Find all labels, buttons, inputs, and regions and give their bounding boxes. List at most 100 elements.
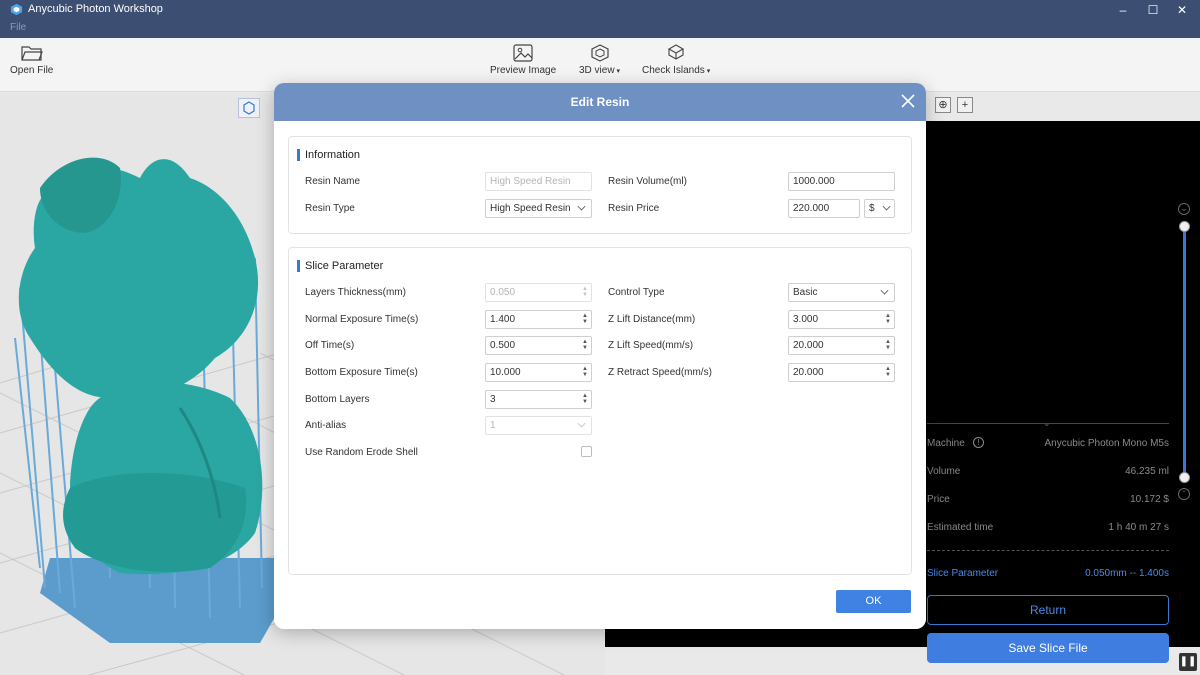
3d-view-label: 3D view bbox=[579, 65, 615, 76]
resin-type-value: High Speed Resin bbox=[490, 203, 571, 214]
control-type-label: Control Type bbox=[608, 287, 665, 298]
layer-thickness-value: 0.050 bbox=[490, 287, 516, 298]
minimize-icon[interactable]: – bbox=[1113, 2, 1133, 18]
chevron-down-icon bbox=[577, 419, 586, 428]
z-lift-distance-input[interactable]: 3.000 ▲ ▼ bbox=[788, 310, 895, 329]
resin-type-select[interactable]: High Speed Resin bbox=[485, 199, 592, 218]
z-lift-speed-label: Z Lift Speed(mm/s) bbox=[608, 340, 694, 351]
title-bar: Anycubic Photon Workshop File – ☐ ✕ bbox=[0, 0, 1200, 38]
off-time-label: Off Time(s) bbox=[305, 340, 355, 351]
bottom-exposure-input[interactable]: 10.000 ▲ ▼ bbox=[485, 363, 592, 382]
chevron-down-icon bbox=[882, 202, 891, 211]
preview-tools: ⊕ + bbox=[935, 97, 979, 113]
resin-name-label: Resin Name bbox=[305, 176, 361, 187]
normal-exposure-label: Normal Exposure Time(s) bbox=[305, 314, 419, 325]
chevron-down-icon bbox=[577, 202, 586, 211]
off-time-input[interactable]: 0.500 ▲ ▼ bbox=[485, 336, 592, 355]
dialog-header: Edit Resin bbox=[274, 83, 926, 121]
information-title: Information bbox=[297, 149, 360, 161]
app-title: Anycubic Photon Workshop bbox=[28, 3, 163, 15]
check-islands-button[interactable]: Check Islands ▾ bbox=[642, 44, 710, 76]
layer-up-icon[interactable]: ⌄ bbox=[1178, 203, 1190, 215]
preview-image-button[interactable]: Preview Image bbox=[490, 44, 556, 76]
stepper-icon[interactable]: ▲ ▼ bbox=[581, 393, 589, 406]
save-slice-file-button[interactable]: Save Slice File bbox=[927, 633, 1169, 663]
collapse-chevron-icon[interactable]: ⌄ bbox=[1043, 418, 1051, 429]
z-retract-speed-value: 20.000 bbox=[793, 367, 824, 378]
layer-slider-top-knob[interactable] bbox=[1179, 221, 1190, 232]
resin-price-label: Resin Price bbox=[608, 203, 660, 214]
anti-alias-value: 1 bbox=[490, 420, 496, 431]
slice-parameter-section: Slice Parameter Layers Thickness(mm) 0.0… bbox=[288, 247, 912, 575]
information-section: Information Resin Name High Speed Resin … bbox=[288, 136, 912, 234]
anti-alias-label: Anti-alias bbox=[305, 420, 347, 431]
dropdown-caret-icon: ▾ bbox=[704, 68, 711, 75]
cube-icon bbox=[243, 101, 255, 115]
dropdown-caret-icon: ▾ bbox=[614, 68, 621, 75]
random-erode-label: Use Random Erode Shell bbox=[305, 447, 418, 458]
ok-button[interactable]: OK bbox=[836, 590, 911, 613]
currency-select[interactable]: $ bbox=[864, 199, 895, 218]
volume-value: 46.235 ml bbox=[1125, 466, 1169, 477]
normal-exposure-value: 1.400 bbox=[490, 314, 516, 325]
anti-alias-select[interactable]: 1 bbox=[485, 416, 592, 435]
fit-view-icon[interactable]: + bbox=[957, 97, 973, 113]
slice-parameter-row[interactable]: Slice Parameter 0.050mm -- 1.400s bbox=[927, 568, 1169, 579]
off-time-value: 0.500 bbox=[490, 340, 516, 351]
info-row-volume: Volume 46.235 ml bbox=[927, 466, 1169, 494]
dialog-title: Edit Resin bbox=[570, 95, 630, 109]
return-button[interactable]: Return bbox=[927, 595, 1169, 625]
layer-down-icon[interactable]: ˆ bbox=[1178, 488, 1190, 500]
slice-parameter-title: Slice Parameter bbox=[297, 260, 383, 272]
control-type-value: Basic bbox=[793, 287, 818, 298]
resin-type-label: Resin Type bbox=[305, 203, 355, 214]
stepper-icon[interactable]: ▲ ▼ bbox=[581, 313, 589, 326]
app-logo-icon bbox=[10, 3, 23, 16]
stepper-icon[interactable]: ▲ ▼ bbox=[581, 366, 589, 379]
info-circle-icon[interactable]: ! bbox=[973, 437, 984, 448]
z-retract-speed-label: Z Retract Speed(mm/s) bbox=[608, 367, 712, 378]
cube-icon bbox=[590, 44, 609, 62]
bottom-layers-input[interactable]: 3 ▲ ▼ bbox=[485, 390, 592, 409]
estimated-time-label: Estimated time bbox=[927, 522, 994, 533]
random-erode-checkbox[interactable] bbox=[581, 446, 592, 457]
stepper-icon[interactable]: ▲ ▼ bbox=[884, 366, 892, 379]
layer-slider-bottom-knob[interactable] bbox=[1179, 472, 1190, 483]
resin-price-input[interactable]: 220.000 bbox=[788, 199, 860, 218]
stepper-icon[interactable]: ▲ ▼ bbox=[884, 313, 892, 326]
volume-label: Volume bbox=[927, 466, 961, 477]
z-retract-speed-input[interactable]: 20.000 ▲ ▼ bbox=[788, 363, 895, 382]
folder-icon bbox=[21, 46, 43, 61]
normal-exposure-input[interactable]: 1.400 ▲ ▼ bbox=[485, 310, 592, 329]
view-cube-button[interactable] bbox=[238, 98, 260, 118]
stepper-icon[interactable]: ▲ ▼ bbox=[884, 339, 892, 352]
maximize-icon[interactable]: ☐ bbox=[1143, 2, 1163, 18]
open-file-button[interactable]: Open File bbox=[10, 44, 53, 76]
info-row-price: Price 10.172 $ bbox=[927, 494, 1169, 522]
resin-volume-input[interactable]: 1000.000 bbox=[788, 172, 895, 191]
close-icon[interactable] bbox=[900, 93, 916, 109]
close-icon[interactable]: ✕ bbox=[1172, 2, 1192, 18]
z-lift-speed-input[interactable]: 20.000 ▲ ▼ bbox=[788, 336, 895, 355]
menu-file[interactable]: File bbox=[10, 22, 26, 33]
price-value: 10.172 $ bbox=[1130, 494, 1169, 505]
machine-value: Anycubic Photon Mono M5s bbox=[1044, 438, 1169, 449]
3d-view-button[interactable]: 3D view ▾ bbox=[579, 44, 620, 76]
pause-icon[interactable]: ❚❚ bbox=[1179, 653, 1197, 671]
stepper-icon[interactable]: ▲ ▼ bbox=[581, 286, 589, 299]
control-type-select[interactable]: Basic bbox=[788, 283, 895, 302]
divider bbox=[927, 550, 1169, 551]
estimated-time-value: 1 h 40 m 27 s bbox=[1108, 522, 1169, 533]
edit-resin-dialog: Edit Resin Information Resin Name High S… bbox=[274, 83, 926, 629]
info-row-machine: Machine ! Anycubic Photon Mono M5s bbox=[927, 437, 1169, 466]
islands-icon bbox=[668, 44, 685, 60]
resin-name-input[interactable]: High Speed Resin bbox=[485, 172, 592, 191]
layer-slider[interactable] bbox=[1183, 223, 1186, 478]
layer-thickness-input[interactable]: 0.050 ▲ ▼ bbox=[485, 283, 592, 302]
zoom-in-icon[interactable]: ⊕ bbox=[935, 97, 951, 113]
price-label: Price bbox=[927, 494, 950, 505]
stepper-icon[interactable]: ▲ ▼ bbox=[581, 339, 589, 352]
bottom-layers-value: 3 bbox=[490, 394, 496, 405]
3d-model bbox=[14, 157, 280, 643]
bottom-exposure-value: 10.000 bbox=[490, 367, 521, 378]
